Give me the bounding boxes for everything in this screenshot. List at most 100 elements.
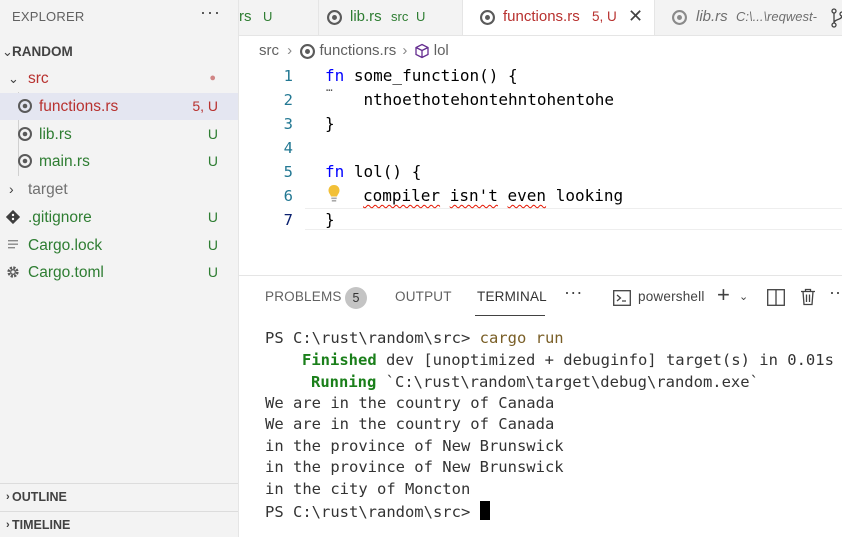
line-number: 7 — [283, 211, 293, 229]
tab-label: functions.rs — [503, 8, 580, 25]
folder-src-label: src — [28, 70, 49, 87]
file-gitignore[interactable]: .gitignore U — [0, 204, 238, 231]
more-actions-icon[interactable]: ·· — [829, 282, 841, 303]
lightbulb-icon[interactable] — [327, 184, 341, 204]
file-label: Cargo.toml — [28, 264, 104, 281]
file-label: Cargo.lock — [28, 237, 103, 254]
rust-file-icon — [327, 10, 342, 25]
chevron-right-icon: › — [287, 42, 293, 60]
current-line-highlight — [305, 208, 842, 230]
file-cargo-lock[interactable]: Cargo.lock U — [0, 232, 238, 259]
terminal-line: We are in the country of Canada — [265, 394, 555, 412]
tab-main-rs[interactable]: rs U — [239, 0, 319, 35]
file-label: .gitignore — [28, 209, 92, 226]
code-line-5: fn lol() { — [325, 162, 422, 181]
folder-target[interactable]: › target — [0, 176, 238, 203]
terminal-line: in the province of New Brunswick — [265, 458, 564, 476]
line-number: 6 — [283, 187, 293, 205]
timeline-section[interactable]: › TIMELINE — [0, 511, 238, 539]
code-line-1: fn some_function() { — [325, 66, 518, 85]
outline-section[interactable]: › OUTLINE — [0, 483, 238, 511]
chevron-down-icon: ⌄ — [8, 71, 19, 86]
tab-path: C:\...\reqwest- — [736, 9, 817, 24]
editor-tab-bar: rs U lib.rs src U functions.rs 5, U ✕ li… — [239, 0, 842, 36]
problems-count-badge: 5 — [345, 287, 367, 309]
file-functions-rs[interactable]: functions.rs 5, U — [0, 93, 238, 120]
terminal-shell-label[interactable]: powershell — [638, 289, 705, 304]
explorer-more-button[interactable]: ··· — [200, 2, 221, 23]
tab-label: lib.rs — [350, 8, 382, 25]
breadcrumb: src › functions.rs › lol — [259, 40, 449, 62]
terminal-icon — [613, 290, 631, 306]
breadcrumb-symbol[interactable]: lol — [434, 42, 449, 59]
terminal-line: in the province of New Brunswick — [265, 437, 564, 455]
terminal-cursor — [479, 501, 490, 520]
file-label: main.rs — [39, 153, 90, 170]
timeline-label: TIMELINE — [12, 518, 71, 532]
add-terminal-icon[interactable]: + — [717, 282, 730, 308]
chevron-down-icon[interactable]: ⌄ — [739, 290, 748, 303]
folder-target-label: target — [28, 181, 68, 198]
file-status-badge: 5, U — [192, 98, 218, 114]
bottom-panel: PROBLEMS 5 OUTPUT TERMINAL ··· powershel… — [239, 275, 842, 538]
chevron-right-icon: › — [6, 519, 10, 531]
root-folder-label: RANDOM — [12, 44, 73, 59]
line-number: 4 — [283, 139, 293, 157]
rust-file-icon — [18, 127, 32, 141]
tab-terminal[interactable]: TERMINAL — [477, 289, 547, 304]
file-status-badge: U — [207, 209, 218, 225]
modified-dot-icon: ● — [209, 72, 216, 84]
tab-output[interactable]: OUTPUT — [395, 289, 452, 304]
terminal-line: Finished dev [unoptimized + debuginfo] t… — [302, 351, 834, 369]
chevron-right-icon: › — [9, 181, 14, 197]
file-status-badge: U — [207, 126, 218, 142]
gear-icon — [7, 266, 19, 278]
panel-more-button[interactable]: ··· — [564, 282, 583, 303]
code-editor[interactable]: 1 2 3 4 5 6 7 fn some_function() { … nth… — [239, 64, 842, 274]
source-control-icon[interactable] — [831, 8, 842, 28]
chevron-right-icon: › — [6, 491, 10, 503]
tab-problems[interactable]: PROBLEMS — [265, 289, 342, 304]
tab-functions-rs[interactable]: functions.rs 5, U ✕ — [463, 0, 655, 35]
text-file-icon — [8, 240, 18, 249]
trash-icon[interactable] — [800, 288, 816, 306]
file-status-badge: U — [207, 264, 218, 280]
tab-status: U — [416, 9, 426, 24]
close-icon[interactable]: ✕ — [628, 0, 643, 33]
active-tab-underline — [475, 315, 545, 316]
folder-src[interactable]: ⌄ src ● — [0, 65, 238, 92]
rust-file-icon — [18, 154, 32, 168]
tab-path: src — [391, 9, 409, 24]
split-terminal-icon[interactable] — [767, 289, 785, 306]
file-label: functions.rs — [39, 98, 119, 115]
rust-file-icon — [18, 99, 32, 113]
line-number: 3 — [283, 115, 293, 133]
file-cargo-toml[interactable]: Cargo.toml U — [0, 259, 238, 286]
breadcrumb-folder[interactable]: src — [259, 42, 279, 59]
terminal-line: We are in the country of Canada — [265, 415, 555, 433]
tab-label: lib.rs — [696, 8, 728, 25]
terminal-line: PS C:\rust\random\src> cargo run — [265, 329, 564, 347]
rust-file-icon — [480, 10, 495, 25]
tab-status: U — [263, 9, 273, 24]
line-number: 2 — [283, 91, 293, 109]
file-label: lib.rs — [39, 126, 72, 143]
line-number: 5 — [283, 163, 293, 181]
rust-file-icon — [300, 43, 316, 59]
terminal-line: in the city of Moncton — [265, 480, 471, 498]
code-line-6: compiler isn't even looking — [363, 186, 624, 205]
code-line-7: } — [325, 210, 335, 229]
cube-method-icon — [414, 43, 429, 59]
file-lib-rs[interactable]: lib.rs U — [0, 121, 238, 148]
file-main-rs[interactable]: main.rs U — [0, 148, 238, 175]
explorer-title: EXPLORER — [12, 9, 85, 24]
tab-lib-rs-reqwest[interactable]: lib.rs C:\...\reqwest- — [655, 0, 842, 35]
terminal-prompt[interactable]: PS C:\rust\random\src> — [265, 501, 490, 521]
chevron-right-icon: › — [402, 42, 408, 60]
folder-random[interactable]: ⌄ RANDOM — [0, 38, 238, 65]
outline-label: OUTLINE — [12, 490, 67, 504]
tab-lib-rs-src[interactable]: lib.rs src U — [319, 0, 463, 35]
tab-status: 5, U — [592, 9, 617, 24]
code-line-3: } — [325, 114, 335, 133]
breadcrumb-file[interactable]: functions.rs — [320, 42, 397, 59]
